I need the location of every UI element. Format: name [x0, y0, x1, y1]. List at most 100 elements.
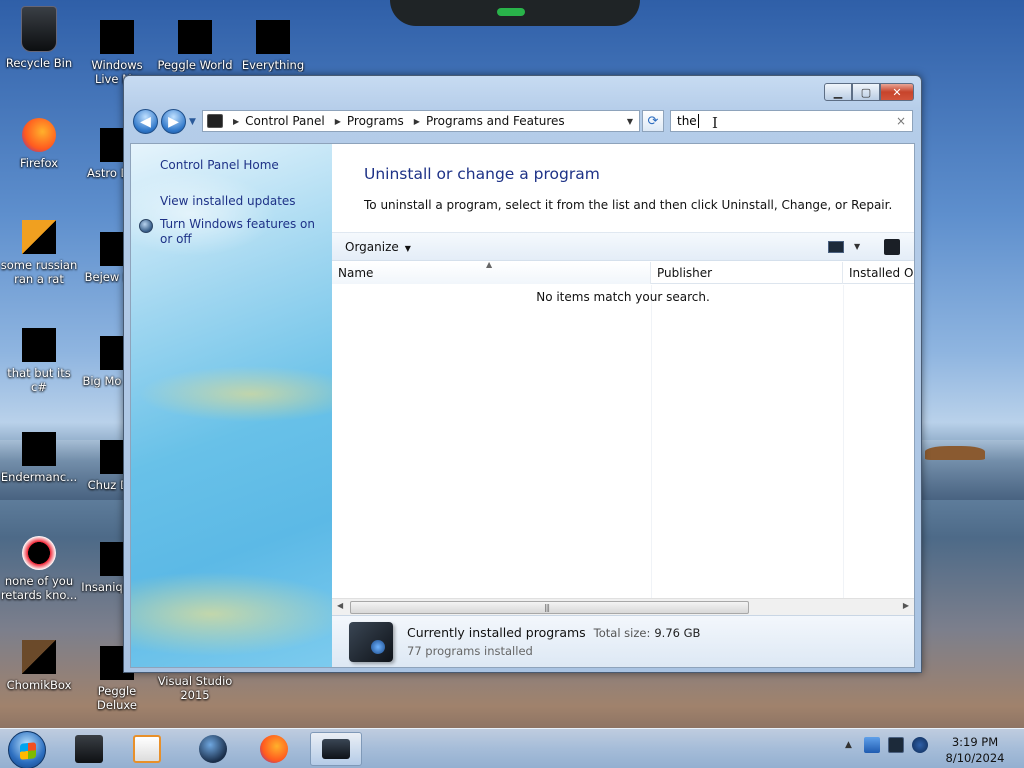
tray-app-icon[interactable] [863, 737, 880, 753]
desktop-icon-label: Endermanc... [0, 470, 78, 484]
control-panel-home-link[interactable]: Control Panel Home [160, 158, 279, 173]
column-header-installed-on[interactable]: Installed On [843, 262, 914, 284]
empty-list-message: No items match your search. [536, 290, 710, 304]
total-size-label: Total size: [593, 626, 651, 640]
windows-logo-icon [20, 742, 36, 760]
volume-icon[interactable] [911, 737, 928, 753]
breadcrumb-programs[interactable]: ▶ Programs [325, 114, 404, 128]
back-button[interactable]: ◀ [133, 109, 158, 134]
windows-features-link[interactable]: Turn Windows features on or off [160, 217, 325, 247]
peggle-world-icon [178, 20, 212, 54]
breadcrumb-arrow-icon[interactable]: ▶ [233, 117, 239, 126]
column-header-name[interactable]: ▲ Name [332, 260, 651, 284]
page-title: Uninstall or change a program [364, 165, 600, 183]
clear-search-icon[interactable]: × [896, 114, 906, 128]
breadcrumb-label: Programs and Features [425, 114, 565, 128]
total-size-value: 9.76 GB [654, 626, 701, 640]
caption-buttons: ▁ ▢ ✕ [824, 83, 914, 101]
horizontal-scrollbar[interactable]: ◀ ||| ▶ [332, 598, 914, 615]
column-headers: ▲ Name Publisher Installed On [332, 260, 914, 284]
help-icon[interactable] [884, 239, 900, 255]
details-summary: Currently installed programs Total size:… [407, 625, 700, 640]
address-bar[interactable]: ▶ Control Panel ▶ Programs ▶ Programs and F… [202, 110, 640, 132]
change-view-icon[interactable] [828, 241, 844, 253]
breadcrumb-arrow-icon[interactable]: ▶ [414, 117, 420, 126]
recycle-bin-icon [21, 6, 57, 52]
desktop-gadget [390, 0, 640, 26]
taskbar: ▲ 3:19 PM 8/10/2024 [0, 728, 1024, 768]
forward-button[interactable]: ▶ [161, 109, 186, 134]
window-content: Control Panel Home View installed update… [130, 143, 915, 668]
breadcrumb-arrow-icon[interactable]: ▶ [335, 117, 341, 126]
scrollbar-thumb[interactable]: ||| [350, 601, 749, 614]
clock[interactable]: 3:19 PM 8/10/2024 [940, 734, 1010, 766]
text-caret [697, 114, 699, 128]
scroll-right-arrow-icon[interactable]: ▶ [903, 601, 909, 610]
desktop-icon-csharp[interactable]: that but its c# [0, 328, 78, 394]
minimize-button[interactable]: ▁ [824, 83, 852, 101]
scroll-left-arrow-icon[interactable]: ◀ [337, 601, 343, 610]
network-icon[interactable] [887, 737, 904, 753]
firefox-icon [22, 118, 56, 152]
desktop-icon-label: ChomikBox [6, 678, 72, 692]
taskbar-button-programs-window[interactable] [310, 732, 362, 766]
desktop-icon-russian[interactable]: some russian ran a rat [0, 220, 78, 286]
recent-pages-dropdown[interactable]: ▼ [189, 117, 196, 127]
breadcrumb-control-panel[interactable]: ▶ Control Panel [223, 114, 325, 128]
chevron-down-icon: ▼ [404, 244, 411, 253]
app-icon [22, 432, 56, 466]
close-button[interactable]: ✕ [880, 83, 914, 101]
breadcrumb-label: Control Panel [245, 114, 325, 128]
start-button[interactable] [8, 731, 46, 768]
desktop-icon-label: Recycle Bin [5, 56, 73, 70]
desktop-icon-label: Firefox [19, 156, 59, 170]
taskbar-button-media-center[interactable] [63, 732, 115, 766]
navigation-bar: ◀ ▶ ▼ ▶ Control Panel ▶ Programs ▶ Programs… [130, 107, 915, 135]
main-pane: Uninstall or change a program To uninsta… [332, 144, 914, 667]
desktop-icon-recycle-bin[interactable]: Recycle Bin [0, 6, 78, 70]
programs-and-features-window[interactable]: ▁ ▢ ✕ ◀ ▶ ▼ ▶ Control Panel ▶ Programs ▶ Pr… [123, 75, 922, 673]
page-description: To uninstall a program, select it from t… [364, 198, 893, 212]
search-input[interactable]: the I × [670, 110, 913, 132]
taskbar-button-media-player[interactable] [121, 732, 173, 766]
desktop-icon-label: none of you retards kno... [0, 574, 78, 602]
column-label: Name [338, 266, 374, 280]
address-dropdown-icon[interactable]: ▼ [621, 111, 639, 131]
details-pane: Currently installed programs Total size:… [332, 615, 914, 667]
scrollbar-grip-icon: ||| [544, 603, 550, 612]
desktop-icon-everything[interactable]: Everything [234, 20, 312, 72]
shield-icon [139, 219, 153, 233]
desktop-icon-label: Visual Studio 2015 [157, 674, 233, 702]
desktop-icon-endermanch[interactable]: Endermanc... [0, 432, 78, 484]
desktop-icon-firefox[interactable]: Firefox [0, 118, 78, 170]
desktop-icon-none-of-you[interactable]: none of you retards kno... [0, 536, 78, 602]
desktop-icon-label: Peggle Deluxe [97, 684, 137, 712]
taskbar-button-firefox[interactable] [248, 732, 300, 766]
notification-area: ▲ [845, 737, 936, 753]
firefox-icon [260, 735, 288, 763]
view-options-dropdown-icon[interactable]: ▼ [854, 242, 860, 251]
media-player-icon [133, 735, 161, 763]
refresh-button[interactable]: ⟳ [642, 110, 664, 132]
column-header-publisher[interactable]: Publisher [651, 262, 843, 284]
desktop-icon-chomikbox[interactable]: ChomikBox [0, 640, 78, 692]
app-icon [100, 20, 134, 54]
control-panel-icon [207, 114, 223, 128]
programs-list[interactable]: No items match your search. [332, 285, 914, 598]
taskbar-button-orb-app[interactable] [187, 732, 239, 766]
desktop-icon-visual-studio[interactable]: Visual Studio 2015 [156, 674, 234, 702]
breadcrumb-programs-and-features[interactable]: ▶ Programs and Features [404, 114, 565, 128]
wallpaper-rock [925, 446, 985, 460]
breadcrumb-label: Programs [346, 114, 404, 128]
programs-window-icon [322, 739, 350, 759]
organize-label: Organize [345, 240, 399, 254]
orb-app-icon [199, 735, 227, 763]
view-installed-updates-link[interactable]: View installed updates [160, 194, 296, 209]
organize-button[interactable]: Organize ▼ [345, 240, 411, 254]
show-hidden-icons-icon[interactable]: ▲ [845, 740, 852, 750]
clock-time: 3:19 PM [951, 735, 999, 749]
installed-programs-icon [349, 622, 393, 662]
maximize-button[interactable]: ▢ [852, 83, 880, 101]
clock-date: 8/10/2024 [945, 751, 1005, 765]
desktop-icon-peggle-world[interactable]: Peggle World [156, 20, 234, 72]
